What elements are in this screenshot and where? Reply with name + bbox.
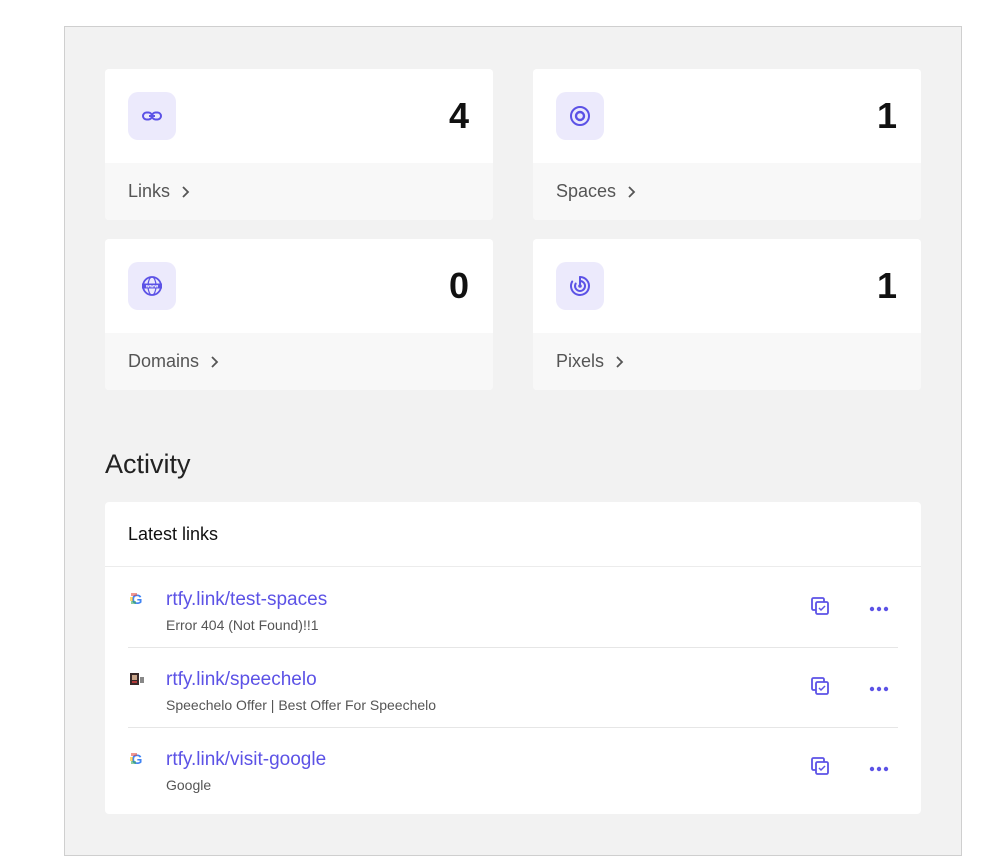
links-label: Links bbox=[128, 181, 171, 201]
chevron-right-icon bbox=[614, 355, 624, 369]
short-link[interactable]: rtfy.link/visit-google bbox=[166, 748, 326, 772]
stat-card-top: 1 bbox=[533, 69, 921, 163]
domains-count: 0 bbox=[448, 265, 469, 306]
spaces-count: 1 bbox=[876, 95, 897, 136]
copy-icon bbox=[809, 755, 831, 782]
link-row: G rtfy.link/test-spaces Error 404 (Not F… bbox=[128, 568, 898, 648]
link-icon bbox=[128, 92, 176, 140]
more-options-button[interactable] bbox=[865, 596, 893, 620]
domains-label: Domains bbox=[128, 351, 200, 371]
stat-card-links[interactable]: 4 Links bbox=[105, 69, 493, 220]
link-page-title: Google bbox=[166, 777, 212, 793]
pixels-count: 1 bbox=[876, 265, 897, 306]
link-row: G rtfy.link/visit-google Google bbox=[128, 728, 898, 808]
svg-text:www: www bbox=[146, 285, 158, 290]
pixel-icon bbox=[556, 262, 604, 310]
more-options-button[interactable] bbox=[865, 676, 893, 700]
copy-button[interactable] bbox=[806, 596, 834, 620]
links-count: 4 bbox=[448, 95, 469, 136]
stat-card-pixels[interactable]: 1 Pixels bbox=[533, 239, 921, 390]
copy-button[interactable] bbox=[806, 676, 834, 700]
ellipsis-icon bbox=[868, 679, 890, 697]
link-row: rtfy.link/speechelo Speechelo Offer | Be… bbox=[128, 648, 898, 728]
stat-card-top: www 0 bbox=[105, 239, 493, 333]
stat-card-top: 1 bbox=[533, 239, 921, 333]
spaces-label: Spaces bbox=[556, 181, 617, 201]
spaces-footer-link[interactable]: Spaces bbox=[533, 163, 921, 220]
chevron-right-icon bbox=[626, 185, 636, 199]
latest-links-card: Latest links G rtfy.link/test-spaces Err… bbox=[105, 502, 921, 814]
activity-heading: Activity bbox=[105, 449, 191, 479]
short-link[interactable]: rtfy.link/speechelo bbox=[166, 668, 317, 692]
stat-card-domains[interactable]: www 0 Domains bbox=[105, 239, 493, 390]
copy-icon bbox=[809, 675, 831, 702]
google-favicon-icon: G bbox=[128, 590, 146, 608]
domains-footer-link[interactable]: Domains bbox=[105, 333, 493, 390]
stat-card-top: 4 bbox=[105, 69, 493, 163]
latest-links-header: Latest links bbox=[105, 502, 921, 567]
ellipsis-icon bbox=[868, 599, 890, 617]
chevron-right-icon bbox=[180, 185, 190, 199]
link-page-title: Speechelo Offer | Best Offer For Speeche… bbox=[166, 697, 437, 713]
speechelo-favicon-icon bbox=[128, 670, 146, 688]
pixels-label: Pixels bbox=[556, 351, 605, 371]
chevron-right-icon bbox=[209, 355, 219, 369]
stat-card-spaces[interactable]: 1 Spaces bbox=[533, 69, 921, 220]
spaces-icon bbox=[556, 92, 604, 140]
short-link[interactable]: rtfy.link/test-spaces bbox=[166, 588, 327, 612]
www-globe-icon: www bbox=[128, 262, 176, 310]
links-footer-link[interactable]: Links bbox=[105, 163, 493, 220]
copy-button[interactable] bbox=[806, 756, 834, 780]
copy-icon bbox=[809, 595, 831, 622]
more-options-button[interactable] bbox=[865, 756, 893, 780]
google-favicon-icon: G bbox=[128, 750, 146, 768]
pixels-footer-link[interactable]: Pixels bbox=[533, 333, 921, 390]
dashboard-panel: 4 Links 1 Spaces www 0 Domains 1 Pixels … bbox=[64, 26, 962, 856]
link-page-title: Error 404 (Not Found)!!1 bbox=[166, 617, 319, 633]
ellipsis-icon bbox=[868, 759, 890, 777]
